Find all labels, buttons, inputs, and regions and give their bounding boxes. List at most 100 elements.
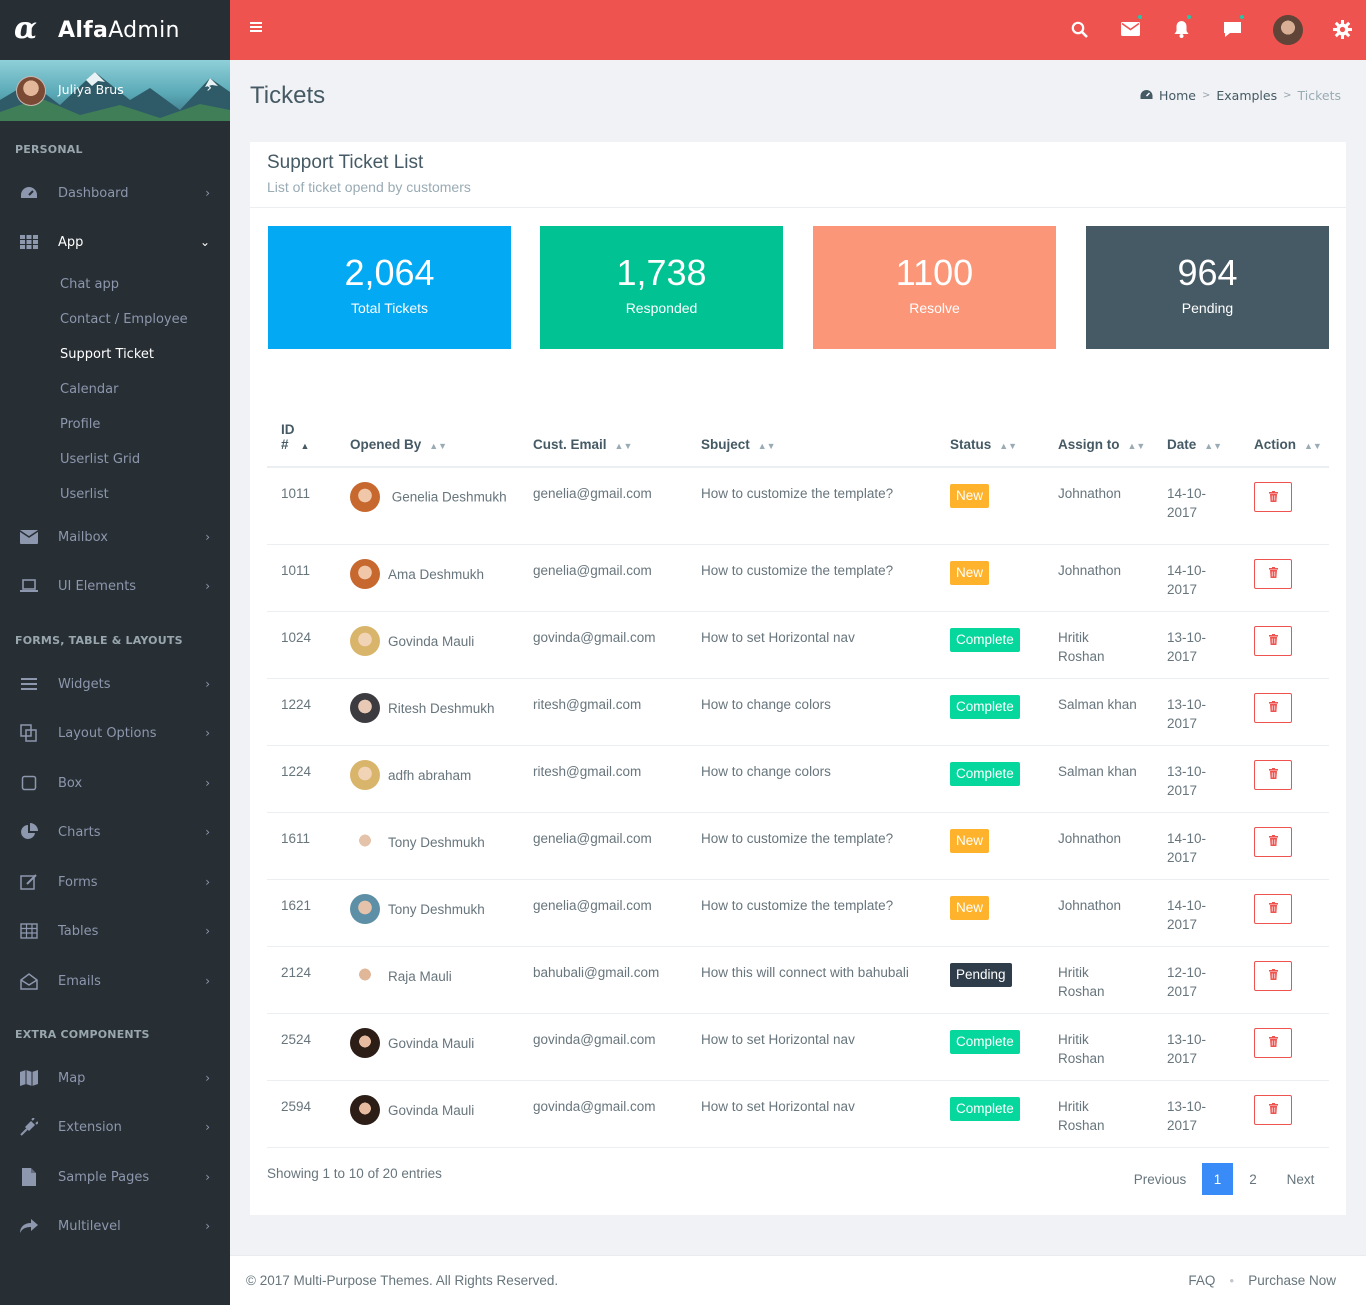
- column-header-date[interactable]: Date ▲▼: [1167, 407, 1254, 468]
- submenu-userlist-grid[interactable]: Userlist Grid: [60, 452, 140, 467]
- card-subtitle: List of ticket opend by customers: [267, 179, 471, 195]
- page-button-2[interactable]: 2: [1233, 1163, 1273, 1195]
- column-header-email[interactable]: Cust. Email ▲▼: [533, 407, 701, 468]
- column-header-assign[interactable]: Assign to ▲▼: [1058, 407, 1167, 468]
- logo-icon: α: [14, 11, 38, 46]
- cell-status: New: [950, 467, 1058, 545]
- sidebar-item-emails[interactable]: Emails ›: [0, 963, 230, 999]
- sidebar-item-label: Charts: [58, 824, 101, 840]
- chevron-right-icon[interactable]: ›: [206, 80, 212, 96]
- sidebar-item-charts[interactable]: Charts ›: [0, 814, 230, 850]
- mail-icon[interactable]: [1119, 18, 1141, 40]
- column-header-id[interactable]: ID # ▲: [267, 407, 350, 468]
- cell-status: Complete: [950, 1013, 1058, 1081]
- sidebar-item-forms[interactable]: Forms ›: [0, 864, 230, 900]
- cell-action: [1254, 1080, 1329, 1148]
- submenu-chat-app[interactable]: Chat app: [60, 277, 119, 292]
- submenu-profile[interactable]: Profile: [60, 417, 100, 432]
- cell-action: [1254, 611, 1329, 679]
- search-icon[interactable]: [1068, 18, 1090, 40]
- table-row: 1224 Ritesh Deshmukh ritesh@gmail.com How t…: [267, 678, 1329, 746]
- submenu-support-ticket[interactable]: Support Ticket: [60, 347, 154, 362]
- delete-button[interactable]: [1254, 1027, 1292, 1058]
- delete-button[interactable]: [1254, 558, 1292, 589]
- sidebar-item-ui-elements[interactable]: UI Elements ›: [0, 568, 230, 604]
- column-header-status[interactable]: Status ▲▼: [950, 407, 1058, 468]
- sidebar-item-multilevel[interactable]: Multilevel ›: [0, 1208, 230, 1244]
- sidebar-item-mailbox[interactable]: Mailbox ›: [0, 519, 230, 555]
- breadcrumb-examples[interactable]: Examples: [1216, 88, 1277, 103]
- separator-dot: ●: [1229, 1276, 1235, 1285]
- dashboard-icon: [1140, 88, 1153, 103]
- cell-status: Complete: [950, 1080, 1058, 1148]
- avatar: [350, 759, 380, 790]
- logo[interactable]: α AlfaAdmin: [0, 0, 230, 60]
- sidebar-item-layout-options[interactable]: Layout Options ›: [0, 715, 230, 751]
- customer-name: Govinda Mauli: [388, 1035, 475, 1051]
- column-header-opened-by[interactable]: Opened By ▲▼: [350, 407, 533, 468]
- chevron-right-icon: ›: [205, 1071, 210, 1085]
- copy-icon: [20, 724, 38, 742]
- table-icon: [20, 922, 38, 940]
- next-button[interactable]: Next: [1273, 1163, 1328, 1195]
- column-header-subject[interactable]: Sbuject ▲▼: [701, 407, 950, 468]
- delete-button[interactable]: [1254, 960, 1292, 991]
- avatar: [350, 692, 380, 723]
- cell-subject: How to change colors: [701, 678, 950, 746]
- delete-button[interactable]: [1254, 1094, 1292, 1125]
- sidebar-item-label: Widgets: [58, 676, 111, 692]
- delete-button[interactable]: [1254, 625, 1292, 656]
- customer-name: Ritesh Deshmukh: [388, 700, 495, 716]
- delete-button[interactable]: [1254, 482, 1292, 512]
- sidebar-item-widgets[interactable]: Widgets ›: [0, 666, 230, 702]
- purchase-now-link[interactable]: Purchase Now: [1248, 1273, 1336, 1288]
- breadcrumb-home[interactable]: Home: [1159, 88, 1196, 103]
- cell-date: 13-10-2017: [1167, 745, 1254, 813]
- gear-icon[interactable]: [1331, 18, 1353, 40]
- menu-toggle-icon[interactable]: [250, 22, 262, 34]
- sidebar-item-sample-pages[interactable]: Sample Pages ›: [0, 1159, 230, 1195]
- cell-email: ritesh@gmail.com: [533, 678, 701, 746]
- sidebar-item-app[interactable]: App ⌄: [0, 224, 230, 260]
- delete-button[interactable]: [1254, 692, 1292, 723]
- user-panel[interactable]: Juliya Brus ›: [0, 60, 230, 121]
- customer-name: Genelia Deshmukh: [391, 489, 507, 505]
- cell-subject: How to set Horizontal nav: [701, 611, 950, 679]
- card-title: Support Ticket List: [267, 152, 424, 173]
- sort-icon: ▲▼: [999, 441, 1018, 451]
- cell-id: 1224: [267, 745, 350, 813]
- chat-notification-dot: [1239, 14, 1245, 20]
- sidebar-item-extension[interactable]: Extension ›: [0, 1109, 230, 1145]
- cell-assign: Hritik Roshan: [1058, 1080, 1167, 1148]
- sort-icon: ▲▼: [1127, 441, 1146, 451]
- previous-button[interactable]: Previous: [1118, 1163, 1202, 1195]
- pagination: Previous 1 2 Next: [1118, 1163, 1328, 1195]
- delete-button[interactable]: [1254, 759, 1292, 790]
- page-button-1[interactable]: 1: [1202, 1163, 1233, 1195]
- delete-button[interactable]: [1254, 893, 1292, 924]
- sidebar-item-box[interactable]: Box ›: [0, 765, 230, 801]
- sidebar-item-label: Emails: [58, 973, 101, 989]
- cell-id: 1011: [267, 544, 350, 612]
- profile-avatar[interactable]: [1273, 15, 1303, 45]
- submenu-calendar[interactable]: Calendar: [60, 382, 118, 397]
- submenu-userlist[interactable]: Userlist: [60, 487, 109, 502]
- chevron-right-icon: ›: [205, 579, 210, 593]
- cell-assign: Hritik Roshan: [1058, 611, 1167, 679]
- bell-icon[interactable]: [1170, 18, 1192, 40]
- sidebar-item-tables[interactable]: Tables ›: [0, 913, 230, 949]
- sidebar-item-dashboard[interactable]: Dashboard ›: [0, 175, 230, 211]
- cell-id: 1611: [267, 812, 350, 880]
- sidebar-item-map[interactable]: Map ›: [0, 1060, 230, 1096]
- column-header-action[interactable]: Action ▲▼: [1254, 407, 1329, 468]
- chat-icon[interactable]: [1221, 18, 1243, 40]
- status-badge: Complete: [950, 694, 1020, 719]
- cell-subject: How to customize the template?: [701, 544, 950, 612]
- faq-link[interactable]: FAQ: [1188, 1273, 1215, 1288]
- customer-name: Raja Mauli: [388, 968, 452, 984]
- cell-subject: How to set Horizontal nav: [701, 1080, 950, 1148]
- sidebar-item-label: Box: [58, 775, 83, 791]
- delete-button[interactable]: [1254, 826, 1292, 857]
- share-icon: [20, 1217, 38, 1235]
- submenu-contact-employee[interactable]: Contact / Employee: [60, 312, 188, 327]
